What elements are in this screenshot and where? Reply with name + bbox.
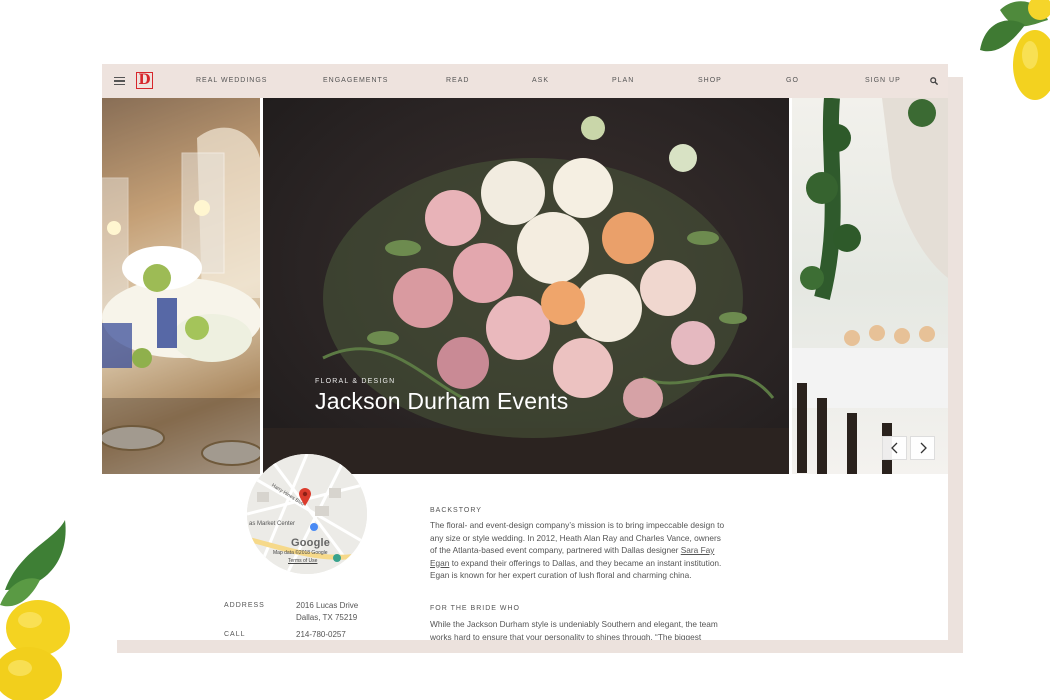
tent-reception-photo bbox=[792, 98, 948, 474]
call-label: CALL bbox=[224, 631, 246, 638]
address-label: ADDRESS bbox=[224, 602, 265, 609]
lemon-decoration-top-right bbox=[980, 0, 1050, 100]
slide-caption: FLORAL & DESIGN Jackson Durham Events bbox=[315, 378, 568, 415]
floral-arrangement-photo bbox=[263, 116, 789, 474]
address-line-2: Dallas, TX 75219 bbox=[296, 613, 358, 622]
backstory-body: The floral- and event-design company’s m… bbox=[430, 519, 730, 582]
search-icon[interactable] bbox=[930, 77, 938, 85]
map-copyright: Map data ©2018 Google bbox=[273, 550, 328, 556]
map-place-label: as Market Center bbox=[249, 521, 296, 527]
nav-read[interactable]: READ bbox=[446, 64, 469, 98]
gallery-slide-current[interactable]: FLORAL & DESIGN Jackson Durham Events bbox=[263, 98, 789, 474]
bride-heading: FOR THE BRIDE WHO bbox=[430, 605, 520, 612]
backstory-text-2: to expand their offerings to Dallas, and… bbox=[430, 557, 722, 581]
slide-title: Jackson Durham Events bbox=[315, 388, 569, 414]
map-provider-logo: Google bbox=[291, 537, 331, 549]
lemon-decoration-bottom-left bbox=[0, 520, 70, 700]
map-terms-link[interactable]: Terms of Use bbox=[288, 558, 317, 564]
gallery-slide-previous[interactable] bbox=[102, 98, 260, 474]
location-map[interactable]: as Market Center Harry Hines Blvd Google… bbox=[247, 454, 367, 574]
nav-real-weddings[interactable]: REAL WEDDINGS bbox=[196, 64, 267, 98]
nav-shop[interactable]: SHOP bbox=[698, 64, 722, 98]
website-frame: D REAL WEDDINGS ENGAGEMENTS READ ASK PLA… bbox=[102, 64, 948, 640]
nav-go[interactable]: GO bbox=[786, 64, 799, 98]
gallery-prev-button[interactable] bbox=[882, 436, 907, 460]
nav-ask[interactable]: ASK bbox=[532, 64, 549, 98]
chevron-left-icon bbox=[890, 442, 897, 454]
address-line-1: 2016 Lucas Drive bbox=[296, 601, 359, 610]
chevron-right-icon bbox=[920, 442, 927, 454]
map-pin-icon bbox=[299, 488, 311, 506]
menu-icon[interactable] bbox=[114, 77, 125, 85]
nav-plan[interactable]: PLAN bbox=[612, 64, 634, 98]
slide-category: FLORAL & DESIGN bbox=[315, 378, 396, 385]
nav-sign-up[interactable]: SIGN UP bbox=[865, 64, 901, 98]
nav-engagements[interactable]: ENGAGEMENTS bbox=[323, 64, 388, 98]
site-logo[interactable]: D bbox=[136, 72, 153, 89]
bride-body: While the Jackson Durham style is undeni… bbox=[430, 619, 718, 640]
candlelit-table-photo bbox=[102, 98, 260, 474]
top-navigation: D REAL WEDDINGS ENGAGEMENTS READ ASK PLA… bbox=[102, 64, 948, 98]
phone-number[interactable]: 214-780-0257 bbox=[296, 629, 346, 640]
map-tiles bbox=[247, 454, 367, 574]
backstory-heading: BACKSTORY bbox=[430, 507, 482, 514]
gallery-next-button[interactable] bbox=[910, 436, 935, 460]
gallery-slide-next[interactable] bbox=[792, 98, 948, 474]
